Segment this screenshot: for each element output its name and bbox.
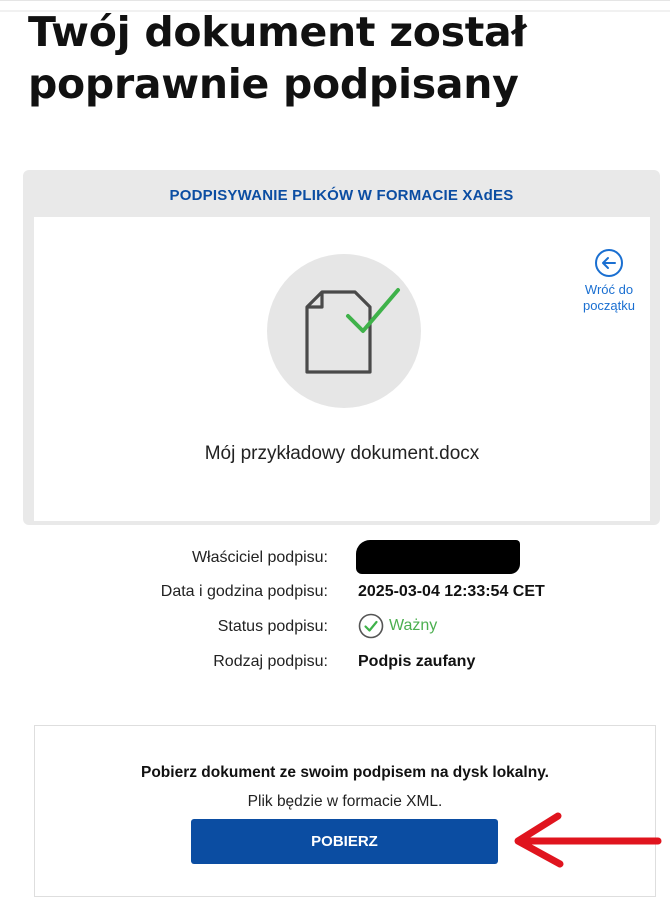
status-value-group: Ważny (358, 613, 437, 639)
date-label: Data i godzina podpisu: (160, 583, 328, 600)
arrow-left-circle-icon (595, 249, 623, 277)
owner-label: Właściciel podpisu: (191, 549, 328, 566)
download-button[interactable]: POBIERZ (191, 819, 498, 864)
file-name: Mój przykładowy dokument.docx (204, 443, 480, 464)
owner-row: Właściciel podpisu: (0, 540, 670, 574)
date-value: 2025-03-04 12:33:54 CET (358, 583, 545, 600)
top-divider (0, 0, 670, 1)
page-title: Twój dokument został poprawnie podpisany (28, 8, 527, 108)
panel-content: Mój przykładowy dokument.docx Wróć do po… (34, 217, 650, 521)
type-label: Rodzaj podpisu: (213, 653, 328, 670)
red-arrow-icon (514, 812, 662, 868)
type-row: Rodzaj podpisu: Podpis zaufany (0, 653, 670, 677)
status-row: Status podpisu: Ważny (0, 613, 670, 642)
type-value: Podpis zaufany (358, 653, 476, 670)
download-heading: Pobierz dokument ze swoim podpisem na dy… (141, 764, 549, 781)
date-row: Data i godzina podpisu: 2025-03-04 12:33… (0, 583, 670, 607)
check-circle-icon (358, 613, 384, 639)
owner-value-redacted (356, 540, 520, 574)
signed-document-icon (267, 254, 421, 408)
panel-header: PODPISYWANIE PLIKÓW W FORMACIE XAdES (169, 187, 514, 204)
back-to-start-link[interactable]: Wróć do początku (574, 248, 644, 314)
signing-panel: PODPISYWANIE PLIKÓW W FORMACIE XAdES Mój… (23, 170, 660, 525)
back-link-label: Wróć do początku (582, 282, 636, 313)
status-label: Status podpisu: (217, 618, 328, 635)
status-value: Ważny (389, 617, 438, 634)
